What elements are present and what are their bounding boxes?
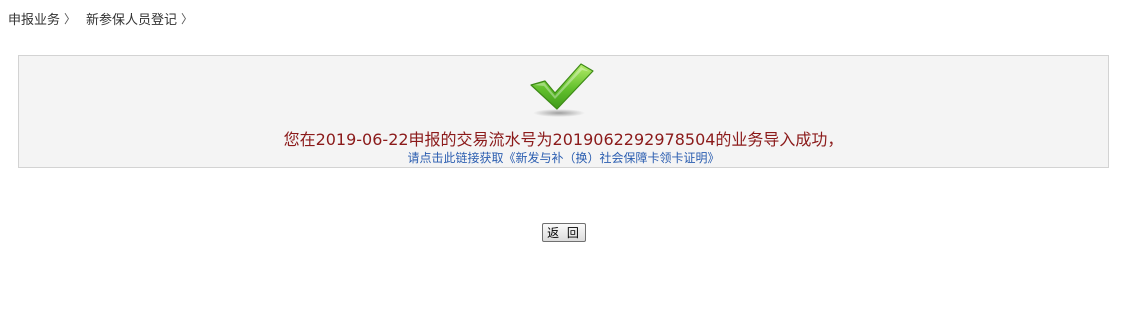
check-icon: [530, 63, 594, 117]
breadcrumb-separator: 〉: [181, 11, 194, 26]
breadcrumb-item-declare-business[interactable]: 申报业务: [8, 9, 60, 28]
return-button[interactable]: 返 回: [542, 223, 586, 242]
breadcrumb-item-new-insured-registration: 新参保人员登记: [86, 12, 178, 28]
result-panel: 您在2019-06-22申报的交易流水号为2019062292978504的业务…: [18, 55, 1109, 168]
breadcrumb-separator: 〉: [64, 11, 77, 26]
certificate-link[interactable]: 请点击此链接获取《新发与补（换）社会保障卡领卡证明》: [19, 149, 1108, 166]
breadcrumb: 申报业务 〉 新参保人员登记 〉: [8, 8, 203, 28]
success-message: 您在2019-06-22申报的交易流水号为2019062292978504的业务…: [283, 130, 844, 149]
